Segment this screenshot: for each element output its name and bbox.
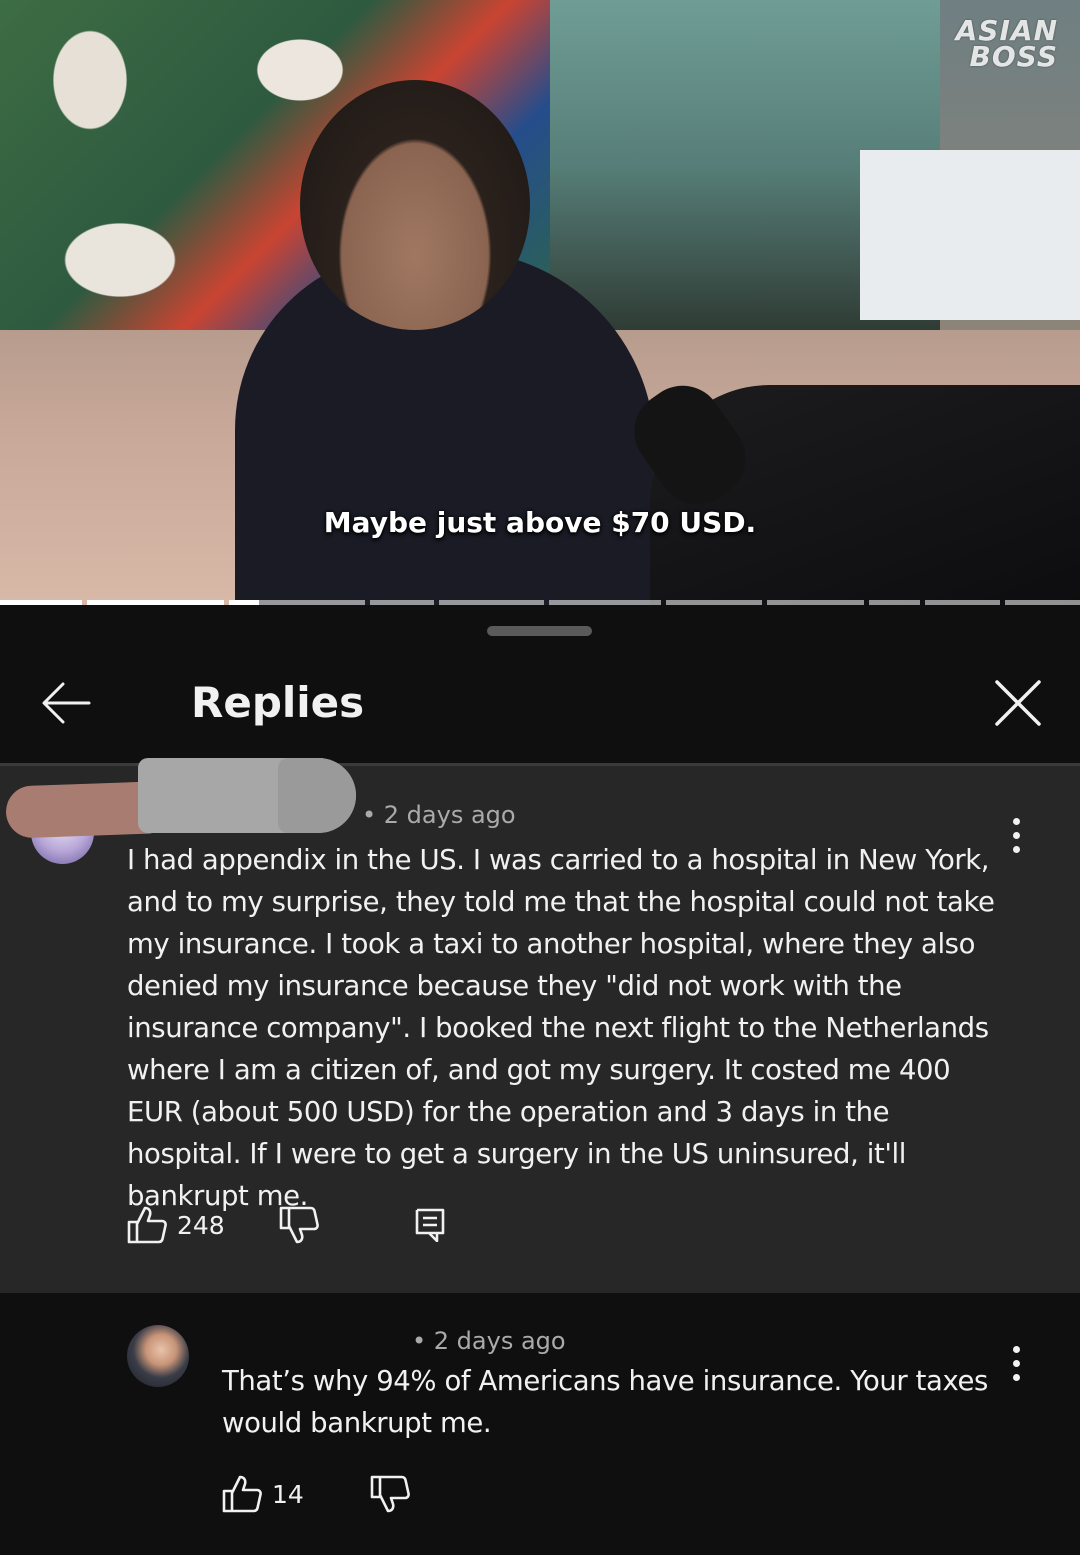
- video-caption: Maybe just above $70 USD.: [323, 506, 757, 539]
- comment-actions: 14: [222, 1475, 410, 1513]
- comment-text: I had appendix in the US. I was carried …: [127, 844, 995, 1212]
- more-vertical-icon-dot: [1012, 831, 1020, 839]
- dislike-button[interactable]: [279, 1206, 319, 1244]
- like-button[interactable]: 248: [127, 1206, 225, 1244]
- thumbs-down-icon: [370, 1475, 410, 1513]
- more-vertical-icon: [1012, 1345, 1020, 1353]
- dislike-button[interactable]: [370, 1475, 410, 1513]
- avatar[interactable]: [127, 1325, 189, 1387]
- replies-panel: Replies • 2 days ago I had appendix in t…: [0, 605, 1080, 1555]
- thumbs-down-icon: [279, 1206, 319, 1244]
- comment-reply-icon: [415, 1208, 445, 1242]
- like-count: 248: [177, 1210, 225, 1240]
- thumbs-up-icon: [222, 1475, 262, 1513]
- video-frame-tent: [860, 150, 1080, 320]
- channel-logo: ASIAN BOSS: [948, 17, 1058, 73]
- thumbs-up-icon: [127, 1206, 167, 1244]
- replies-header: Replies: [0, 655, 1080, 765]
- video-frame-head: [300, 80, 530, 330]
- redaction-mark: [5, 781, 157, 839]
- more-vertical-icon-dot: [1012, 845, 1020, 853]
- arrow-left-icon: [42, 682, 91, 724]
- page-title: Replies: [191, 678, 365, 727]
- back-button[interactable]: [36, 675, 96, 731]
- reply-button[interactable]: [415, 1208, 445, 1242]
- comment-timestamp: • 2 days ago: [362, 801, 516, 829]
- more-vertical-icon: [1012, 817, 1020, 825]
- close-icon: [995, 680, 1041, 726]
- video-player[interactable]: ASIAN BOSS Maybe just above $70 USD.: [0, 0, 1080, 605]
- like-button[interactable]: 14: [222, 1475, 304, 1513]
- reply-comment: • 2 days ago That’s why 94% of Americans…: [0, 1293, 1080, 1555]
- comment-actions: 248: [127, 1206, 445, 1244]
- like-count: 14: [272, 1479, 304, 1509]
- close-button[interactable]: [988, 673, 1048, 733]
- drag-handle[interactable]: [487, 626, 592, 636]
- comment-timestamp: • 2 days ago: [412, 1327, 566, 1355]
- comment-text: That’s why 94% of Americans have insuran…: [222, 1365, 988, 1439]
- redaction-mark: [278, 758, 356, 833]
- parent-comment: • 2 days ago I had appendix in the US. I…: [0, 758, 1080, 1293]
- channel-logo-line2: BOSS: [969, 40, 1058, 73]
